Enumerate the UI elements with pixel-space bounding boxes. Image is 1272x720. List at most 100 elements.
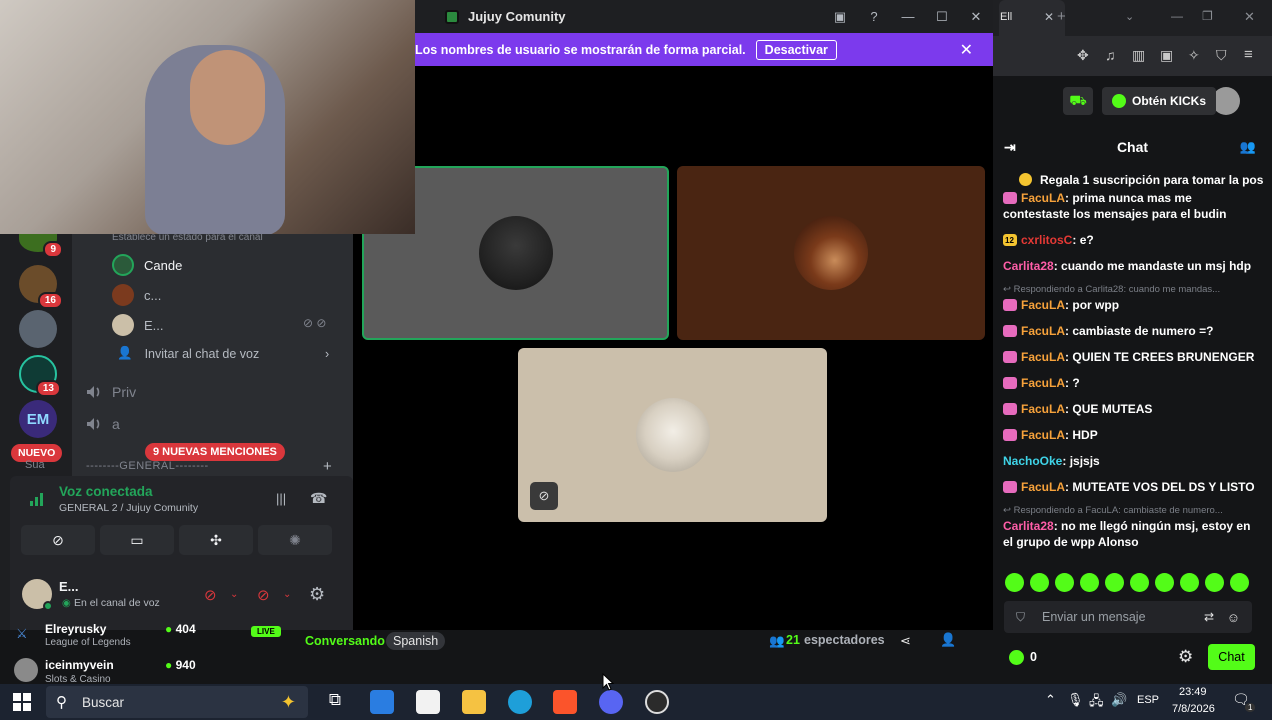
store-icon[interactable]	[370, 690, 394, 714]
voice-user[interactable]: E...	[112, 314, 164, 336]
soundboard-icon[interactable]: |||	[276, 491, 286, 506]
user-settings-icon[interactable]: 👥	[1240, 139, 1256, 155]
chat-message[interactable]: FacuLA: QUIEN TE CREES BRUNENGER	[1003, 349, 1261, 365]
browser-tab-title[interactable]: Ell	[1000, 11, 1012, 23]
task-view-icon[interactable]: ⧉	[323, 690, 347, 714]
tray-chevron-icon[interactable]: ⌃	[1045, 692, 1056, 708]
close-icon[interactable]: ✕	[959, 9, 993, 25]
voice-user[interactable]: Cande	[112, 254, 182, 276]
server-icon[interactable]: EM	[19, 400, 57, 438]
server-icon[interactable]: 16	[19, 265, 63, 309]
chat-username[interactable]: FacuLA	[1021, 402, 1065, 416]
menu-icon[interactable]: ≡	[1244, 46, 1253, 63]
activities-button[interactable]: ✣	[179, 525, 253, 555]
mic-icon[interactable]: 🎙	[1067, 692, 1084, 708]
server-icon[interactable]: 13	[19, 355, 61, 397]
chat-username[interactable]: FacuLA	[1021, 376, 1065, 390]
music-icon[interactable]: ♫	[1105, 47, 1116, 63]
video-tile[interactable]	[677, 166, 985, 340]
emote-icon[interactable]	[1180, 573, 1199, 592]
pinned-message[interactable]: Regala 1 suscripción para tomar la pos	[1040, 173, 1263, 187]
emote-icon[interactable]	[1030, 573, 1049, 592]
emote-icon[interactable]	[1130, 573, 1149, 592]
maximize-icon[interactable]: ☐	[925, 9, 959, 25]
chat-message[interactable]: FacuLA: QUE MUTEAS	[1003, 401, 1261, 417]
server-icon[interactable]	[19, 310, 57, 348]
chat-username[interactable]: FacuLA	[1021, 191, 1065, 205]
restore-icon[interactable]: ❐	[1202, 9, 1213, 23]
obs-icon[interactable]	[645, 690, 669, 714]
send-chat-button[interactable]: Chat	[1208, 644, 1255, 670]
share-icon[interactable]: ⋖	[900, 633, 911, 649]
chat-message[interactable]: FacuLA: HDP	[1003, 427, 1261, 443]
edge-icon[interactable]	[508, 690, 532, 714]
follow-icon[interactable]: 👤	[940, 632, 956, 648]
file-explorer-icon[interactable]	[462, 690, 486, 714]
reply-context[interactable]: ↩ Respondiendo a Carlita28: cuando me ma…	[1003, 284, 1261, 295]
get-kicks-button[interactable]: Obtén KICKs	[1102, 87, 1217, 115]
voice-location[interactable]: GENERAL 2 / Jujuy Comunity	[59, 502, 198, 514]
close-tab-icon[interactable]: ✕	[1044, 10, 1054, 24]
chat-message[interactable]: FacuLA: ?	[1003, 375, 1261, 391]
translate-icon[interactable]: ⇄	[1204, 610, 1214, 624]
wallet-icon[interactable]: ▣	[1160, 47, 1173, 64]
emoji-icon[interactable]: ☺	[1227, 610, 1240, 625]
help-icon[interactable]: ?	[857, 9, 891, 24]
chat-username[interactable]: FacuLA	[1021, 298, 1065, 312]
clock-time[interactable]: 23:49	[1179, 686, 1207, 698]
emote-icon[interactable]	[1155, 573, 1174, 592]
emote-icon[interactable]	[1205, 573, 1224, 592]
close-notice-icon[interactable]: ✕	[960, 40, 973, 60]
chevron-down-icon[interactable]: ⌄	[230, 589, 238, 600]
new-mentions-pill[interactable]: 9 NUEVAS MENCIONES	[145, 443, 285, 461]
chat-input[interactable]: ⛉ Enviar un mensaje ⇄ ☺	[1004, 601, 1252, 633]
volume-icon[interactable]: 🔊	[1111, 692, 1127, 708]
camera-button[interactable]: ⊘	[21, 525, 95, 555]
chat-message[interactable]: 12 cxrlitosC: e?	[1003, 232, 1261, 248]
chat-username[interactable]: cxrlitosC	[1021, 233, 1072, 247]
krisp-button[interactable]: ✺	[258, 525, 332, 555]
emote-icon[interactable]	[1105, 573, 1124, 592]
new-tab-icon[interactable]: +	[1057, 8, 1066, 25]
chat-message[interactable]: Carlita28: no me llegó ningún msj, estoy…	[1003, 518, 1261, 550]
minimize-icon[interactable]: —	[1171, 9, 1183, 23]
windows-start-icon[interactable]	[13, 693, 31, 711]
add-channel-icon[interactable]: +	[323, 458, 332, 475]
channel-list-name[interactable]: iceinmyvein	[45, 658, 114, 672]
chevron-down-icon[interactable]: ⌄	[283, 589, 291, 600]
close-icon[interactable]: ✕	[1244, 9, 1255, 25]
capcut-icon[interactable]	[416, 690, 440, 714]
voice-channel-priv[interactable]: Priv	[86, 384, 136, 400]
voice-user[interactable]: c...	[112, 284, 161, 306]
chat-message[interactable]: NachoOke: jsjsjs	[1003, 453, 1261, 469]
network-icon[interactable]: 🖧	[1089, 692, 1104, 714]
minimize-icon[interactable]: —	[891, 9, 925, 24]
channel-list-name[interactable]: Elreyrusky	[45, 622, 106, 636]
invite-voice-button[interactable]: 👤 Invitar al chat de voz ›	[117, 346, 329, 361]
mic-muted-icon[interactable]: ⊘	[204, 586, 217, 604]
chat-username[interactable]: FacuLA	[1021, 428, 1065, 442]
vpn-shield-icon[interactable]: ⛉	[1216, 47, 1227, 64]
sidebar-icon[interactable]: ▥	[1132, 47, 1145, 64]
taskbar-search[interactable]: ⚲ Buscar ✦	[46, 686, 308, 718]
signal-icon[interactable]	[29, 491, 45, 507]
user-name[interactable]: E...	[59, 579, 79, 594]
screen-share-button[interactable]: ▭	[100, 525, 174, 555]
disconnect-icon[interactable]: ☎	[310, 490, 327, 507]
voice-status[interactable]: Voz conectada	[59, 484, 153, 499]
chat-message[interactable]: FacuLA: cambiaste de numero =?	[1003, 323, 1261, 339]
reply-context[interactable]: ↩ Respondiendo a FacuLA: cambiaste de nu…	[1003, 505, 1261, 516]
gift-icon[interactable]: ⛟	[1063, 87, 1093, 115]
chat-username[interactable]: NachoOke	[1003, 454, 1062, 468]
collapse-chat-icon[interactable]: ⇥	[1004, 139, 1016, 156]
deactivate-button[interactable]: Desactivar	[755, 39, 837, 60]
chat-message[interactable]: Carlita28: cuando me mandaste un msj hdp	[1003, 258, 1261, 274]
language-indicator[interactable]: ESP	[1137, 694, 1159, 706]
voice-channel-a[interactable]: a	[86, 416, 120, 432]
brave-icon[interactable]	[553, 690, 577, 714]
video-tile[interactable]: ⊘	[518, 348, 827, 522]
chat-message[interactable]: FacuLA: prima nunca mas me contestaste l…	[1003, 190, 1261, 222]
category-link[interactable]: Conversando	[305, 634, 385, 648]
emote-icon[interactable]	[1055, 573, 1074, 592]
chat-username[interactable]: Carlita28	[1003, 259, 1054, 273]
